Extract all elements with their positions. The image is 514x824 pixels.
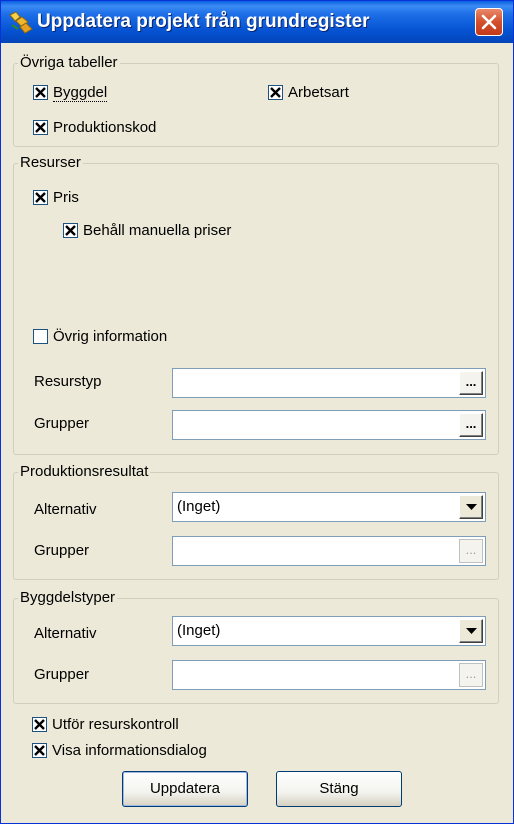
produktionsresultat-grupper-label: Grupper [34,542,90,559]
check-icon [34,719,45,730]
dropdown-button[interactable] [459,495,483,519]
byggdelstyper-alternativ-select[interactable]: (Inget) [172,616,486,646]
byggdelstyper-alternativ-label: Alternativ [34,625,97,642]
check-icon [35,87,46,98]
group-resurser: Resurser Pris Behåll manuella priser Övr… [13,154,499,455]
checkbox-box[interactable] [32,717,47,732]
checkbox-box[interactable] [32,743,47,758]
byggdelstyper-grupper-browse-button[interactable]: ... [459,663,483,687]
title-bar[interactable]: Uppdatera projekt från grundregister [1,1,513,43]
checkbox-box[interactable] [33,85,48,100]
app-icon [8,9,34,35]
resurstyp-browse-button[interactable]: ... [459,371,483,395]
ovrig-information-label: Övrig information [53,328,168,345]
group-title-ovriga-tabeller: Övriga tabeller [18,54,120,72]
resurstyp-field[interactable]: ... [172,368,486,398]
close-icon [481,14,497,30]
checkbox-box[interactable] [33,329,48,344]
stang-button[interactable]: Stäng [276,771,402,807]
group-title-produktionsresultat: Produktionsresultat [18,463,151,481]
close-button[interactable] [475,8,503,36]
group-title-byggdelstyper: Byggdelstyper [18,589,118,607]
checkbox-box[interactable] [33,120,48,135]
group-byggdelstyper: Byggdelstyper Alternativ (Inget) Grupper… [13,589,499,704]
behall-priser-label: Behåll manuella priser [83,222,232,239]
byggdel-label: Byggdel [53,84,108,102]
produktionsresultat-grupper-browse-button[interactable]: ... [459,539,483,563]
resurser-grupper-field[interactable]: ... [172,410,486,440]
pris-label: Pris [53,189,79,206]
group-title-resurser: Resurser [18,154,83,172]
dropdown-button[interactable] [459,619,483,643]
produktionsresultat-alternativ-label: Alternativ [34,501,97,518]
window-title: Uppdatera projekt från grundregister [37,11,370,32]
chevron-down-icon [466,628,477,634]
resurser-grupper-label: Grupper [34,415,90,432]
informationsdialog-label: Visa informationsdialog [52,742,207,759]
produktionsresultat-alternativ-value: (Inget) [177,498,221,515]
resurser-grupper-browse-button[interactable]: ... [459,413,483,437]
check-icon [65,225,76,236]
resurskontroll-label: Utför resurskontroll [52,716,179,733]
byggdelstyper-alternativ-value: (Inget) [177,622,221,639]
byggdelstyper-grupper-field[interactable]: ... [172,660,486,690]
byggdelstyper-grupper-label: Grupper [34,666,90,683]
resurstyp-label: Resurstyp [34,373,102,390]
uppdatera-button[interactable]: Uppdatera [122,771,248,807]
checkbox-box[interactable] [268,85,283,100]
checkbox-box[interactable] [63,223,78,238]
arbetsart-label: Arbetsart [288,84,349,101]
dialog-window: Uppdatera projekt från grundregister Övr… [0,0,514,824]
produktionsresultat-grupper-field[interactable]: ... [172,536,486,566]
check-icon [34,745,45,756]
produktionskod-label: Produktionskod [53,119,157,136]
produktionsresultat-alternativ-select[interactable]: (Inget) [172,492,486,522]
chevron-down-icon [466,504,477,510]
check-icon [270,87,281,98]
group-ovriga-tabeller: Övriga tabeller Byggdel Arbetsart Produk… [13,54,499,147]
check-icon [35,122,46,133]
checkbox-box[interactable] [33,190,48,205]
check-icon [35,192,46,203]
group-produktionsresultat: Produktionsresultat Alternativ (Inget) G… [13,463,499,580]
